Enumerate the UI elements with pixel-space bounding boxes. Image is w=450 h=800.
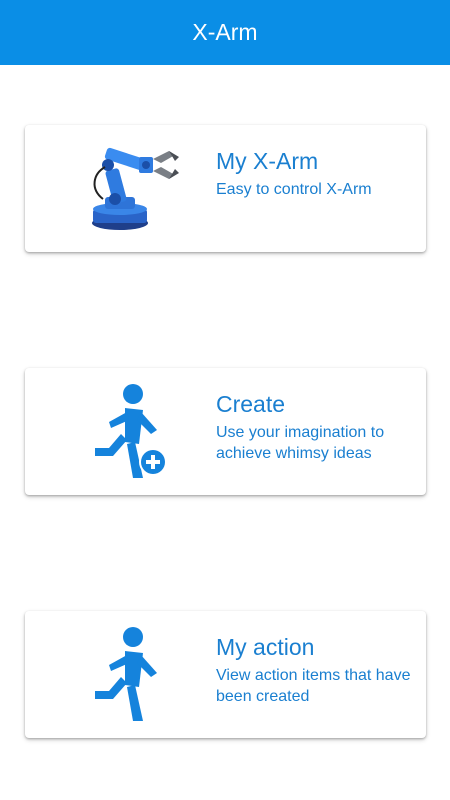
card-heading: My X-Arm [216,148,319,174]
create-card[interactable]: Create Use your imagination to achieve w… [25,368,426,495]
app-bar: X-Arm [0,0,450,65]
my-action-card[interactable]: My action View action items that have be… [25,611,426,738]
card-text: My X-Arm Easy to control X-Arm [216,147,416,200]
running-person-plus-icon [55,378,205,485]
card-heading: Create [216,391,286,417]
card-description: Use your imagination to achieve whimsy i… [216,424,385,462]
my-x-arm-card[interactable]: My X-Arm Easy to control X-Arm [25,125,426,252]
app-title: X-Arm [192,19,258,45]
robot-arm-image [55,135,205,242]
card-text: Create Use your imagination to achieve w… [216,390,416,464]
card-description: View action items that have been created [216,667,411,705]
running-person-icon [55,621,205,728]
card-heading: My action [216,634,315,660]
card-text: My action View action items that have be… [216,633,416,707]
card-description: Easy to control X-Arm [216,181,372,198]
